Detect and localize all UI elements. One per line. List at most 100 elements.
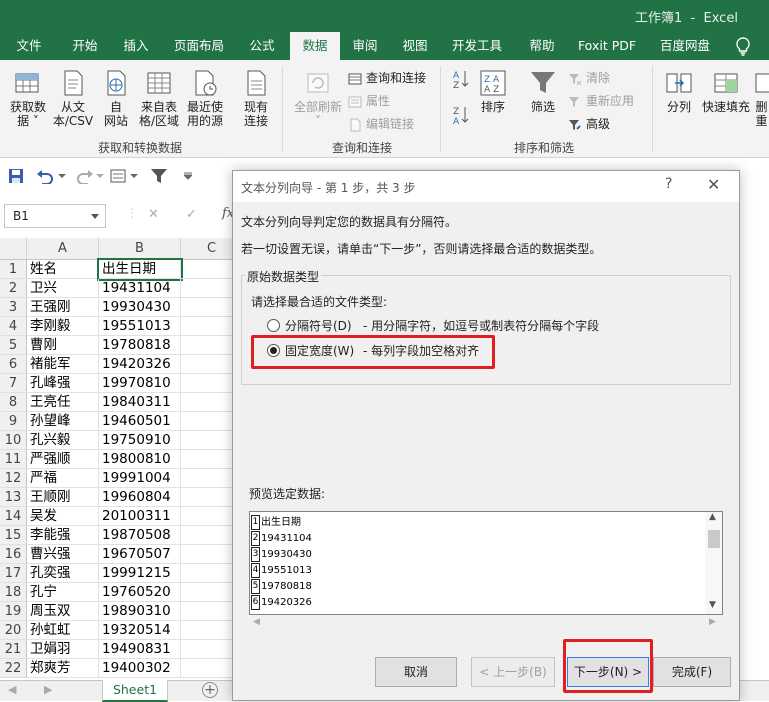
preview-vertical-scrollbar[interactable]: ▲ ▼ — [705, 512, 722, 614]
add-sheet-icon[interactable]: + — [202, 682, 218, 698]
row-header[interactable]: 9 — [0, 412, 27, 431]
row-header[interactable]: 2 — [0, 279, 27, 298]
cell-name[interactable]: 孔峰强 — [27, 374, 99, 393]
cell-birthdate[interactable]: 19780818 — [99, 336, 181, 355]
filter-button[interactable]: 筛选 — [524, 68, 562, 114]
customize-toolbar-icon[interactable] — [184, 172, 192, 180]
radio-delimited-option[interactable]: 分隔符号(D) - 用分隔字符，如逗号或制表符分隔每个字段 — [267, 317, 707, 335]
tab-formulas[interactable]: 公式 — [238, 32, 286, 60]
cell-birthdate[interactable]: 19991215 — [99, 564, 181, 583]
scroll-right-icon[interactable]: ▶ — [709, 617, 716, 627]
remove-duplicates-button[interactable]: 删 重 — [754, 68, 769, 128]
clear-filter-button[interactable]: 清除 — [568, 68, 610, 88]
preview-area[interactable]: 1 出生日期 2 19431104 3 19930430 4 19551013 5 1978081… — [249, 511, 723, 615]
cell-name[interactable]: 王顺刚 — [27, 488, 99, 507]
undo-icon[interactable] — [36, 168, 54, 184]
scroll-up-icon[interactable]: ▲ — [709, 512, 716, 522]
cell-birthdate[interactable]: 19551013 — [99, 317, 181, 336]
cell-name[interactable]: 姓名 — [27, 260, 99, 279]
radio-delimited[interactable] — [267, 319, 280, 332]
cell-name[interactable]: 孔宁 — [27, 583, 99, 602]
select-all-corner[interactable] — [0, 238, 27, 260]
row-header[interactable]: 19 — [0, 602, 27, 621]
preview-horizontal-scrollbar[interactable]: ◀ ▶ — [249, 617, 723, 631]
cell-birthdate[interactable]: 19930430 — [99, 298, 181, 317]
cell-birthdate[interactable]: 19870508 — [99, 526, 181, 545]
row-header[interactable]: 4 — [0, 317, 27, 336]
cell-birthdate[interactable]: 19960804 — [99, 488, 181, 507]
tab-developer[interactable]: 开发工具 — [444, 32, 510, 60]
row-header[interactable]: 8 — [0, 393, 27, 412]
recent-sources-button[interactable]: 最近使 用的源 — [182, 68, 228, 128]
tab-foxit-pdf[interactable]: Foxit PDF — [572, 32, 642, 60]
flash-fill-button[interactable]: 快速填充 — [700, 68, 752, 114]
from-table-button[interactable]: 来自表 格/区域 — [136, 68, 182, 128]
tab-home[interactable]: 开始 — [58, 32, 112, 60]
row-header[interactable]: 11 — [0, 450, 27, 469]
lightbulb-icon[interactable] — [733, 35, 753, 57]
close-icon[interactable]: ✕ — [707, 175, 720, 194]
row-header[interactable]: 3 — [0, 298, 27, 317]
cell-birthdate[interactable]: 19460501 — [99, 412, 181, 431]
advanced-filter-button[interactable]: 高级 — [568, 114, 610, 134]
refresh-all-button[interactable]: 全部刷新 ˅ — [290, 68, 346, 128]
row-header[interactable]: 20 — [0, 621, 27, 640]
column-header-a[interactable]: A — [27, 238, 99, 260]
from-web-button[interactable]: 自 网站 — [98, 68, 134, 128]
sort-ascending-button[interactable]: AZ — [452, 68, 470, 91]
filter-icon[interactable] — [150, 167, 168, 185]
cell-name[interactable]: 曹刚 — [27, 336, 99, 355]
cell-name[interactable]: 王强刚 — [27, 298, 99, 317]
tab-page-layout[interactable]: 页面布局 — [166, 32, 232, 60]
tab-file[interactable]: 文件 — [4, 32, 54, 60]
reapply-button[interactable]: 重新应用 — [568, 91, 634, 111]
row-header[interactable]: 1 — [0, 260, 27, 279]
cell-birthdate[interactable]: 19670507 — [99, 545, 181, 564]
cell-birthdate[interactable]: 20100311 — [99, 507, 181, 526]
row-header[interactable]: 15 — [0, 526, 27, 545]
cell-birthdate[interactable]: 19431104 — [99, 279, 181, 298]
cell-name[interactable]: 曹兴强 — [27, 545, 99, 564]
scroll-down-icon[interactable]: ▼ — [709, 600, 716, 610]
cell-name[interactable]: 周玉双 — [27, 602, 99, 621]
row-header[interactable]: 17 — [0, 564, 27, 583]
cell-name[interactable]: 褚能军 — [27, 355, 99, 374]
row-header[interactable]: 10 — [0, 431, 27, 450]
queries-connections-button[interactable]: 查询和连接 — [348, 68, 426, 88]
chevron-down-icon[interactable] — [130, 172, 138, 180]
help-icon[interactable]: ? — [665, 176, 672, 192]
cell-name[interactable]: 郑爽芳 — [27, 659, 99, 678]
cell-birthdate[interactable]: 19750910 — [99, 431, 181, 450]
cell-birthdate[interactable]: 出生日期 — [97, 258, 183, 281]
cell-name[interactable]: 孙望峰 — [27, 412, 99, 431]
cell-birthdate[interactable]: 19400302 — [99, 659, 181, 678]
chevron-down-icon[interactable] — [58, 172, 66, 180]
row-header[interactable]: 22 — [0, 659, 27, 678]
cell-birthdate[interactable]: 19760520 — [99, 583, 181, 602]
name-box[interactable]: B1 — [4, 204, 106, 228]
cancel-icon[interactable]: ✕ — [148, 207, 159, 222]
enter-icon[interactable]: ✓ — [186, 207, 197, 222]
cell-name[interactable]: 李刚毅 — [27, 317, 99, 336]
cell-name[interactable]: 严福 — [27, 469, 99, 488]
row-header[interactable]: 6 — [0, 355, 27, 374]
cell-birthdate[interactable]: 19970810 — [99, 374, 181, 393]
row-header[interactable]: 14 — [0, 507, 27, 526]
edit-links-button[interactable]: 编辑链接 — [348, 114, 414, 134]
cell-name[interactable]: 王亮任 — [27, 393, 99, 412]
tab-data[interactable]: 数据 — [290, 32, 340, 60]
get-data-button[interactable]: 获取数 据 ˅ — [6, 68, 50, 128]
row-header[interactable]: 7 — [0, 374, 27, 393]
row-header[interactable]: 13 — [0, 488, 27, 507]
redo-icon[interactable] — [76, 168, 94, 184]
sheet-tab-sheet1[interactable]: Sheet1 — [102, 680, 168, 702]
row-header[interactable]: 5 — [0, 336, 27, 355]
scrollbar-thumb[interactable] — [708, 530, 720, 548]
chevron-down-icon[interactable] — [96, 172, 104, 180]
properties-button[interactable]: 属性 — [348, 91, 390, 111]
from-csv-button[interactable]: 从文 本/CSV — [50, 68, 96, 128]
column-header-b[interactable]: B — [99, 238, 181, 260]
cell-birthdate[interactable]: 19420326 — [99, 355, 181, 374]
cell-name[interactable]: 孔奕强 — [27, 564, 99, 583]
row-header[interactable]: 16 — [0, 545, 27, 564]
